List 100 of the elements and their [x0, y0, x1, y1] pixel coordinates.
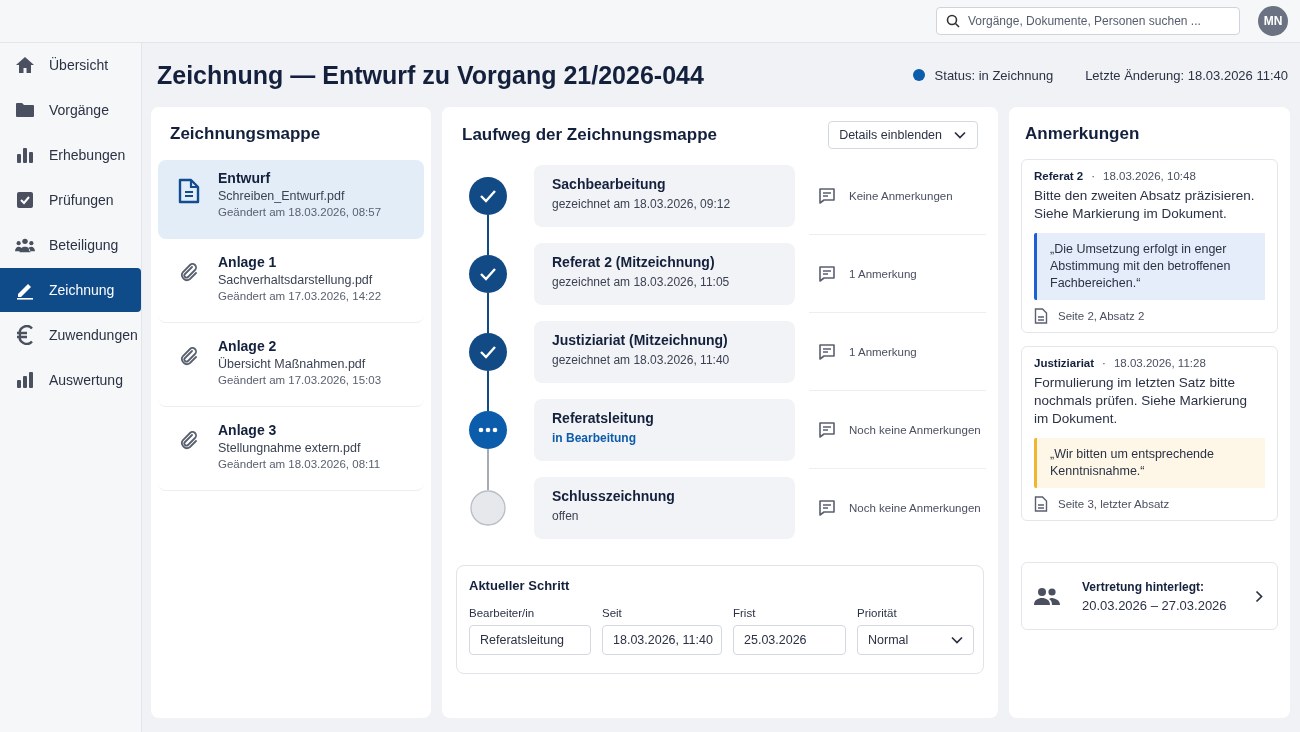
- bar-chart-icon: [16, 147, 34, 163]
- user-avatar[interactable]: MN: [1258, 6, 1288, 36]
- section-title: Aktueller Schritt: [469, 578, 571, 593]
- location-link[interactable]: Seite 3, letzter Absatz: [1058, 498, 1170, 510]
- step-card[interactable]: Referatsleitung in Bearbeitung: [534, 399, 795, 461]
- comment-count[interactable]: 1 Anmerkung: [849, 267, 917, 280]
- document-title: Anlage 3: [218, 422, 278, 438]
- sidebar-item[interactable]: Vorgänge: [0, 88, 141, 132]
- comment-count[interactable]: 1 Anmerkung: [849, 345, 917, 358]
- step-status: gezeichnet am 18.03.2026, 11:40: [552, 353, 731, 367]
- step-card[interactable]: Referat 2 (Mitzeichnung) gezeichnet am 18.03.2026, 11:05: [534, 243, 795, 305]
- separator-dot: ·: [1091, 170, 1096, 182]
- step-card[interactable]: Justiziariat (Mitzeichnung) gezeichnet am 18.03.2026, 11:40: [534, 321, 795, 383]
- step-title: Referatsleitung: [552, 410, 655, 426]
- comment-time: 18.03.2026, 11:28: [1113, 357, 1206, 369]
- step-card[interactable]: Schlusszeichnung offen: [534, 477, 795, 539]
- chevron-right-icon: [1255, 589, 1263, 603]
- sidebar-item[interactable]: Zuwendungen: [0, 313, 141, 357]
- panel-title: Laufweg der Zeichnungsmappe: [462, 125, 718, 145]
- status-dot: [912, 69, 925, 81]
- comment-icon: [818, 342, 836, 361]
- sidebar-item[interactable]: Beteiligung: [0, 223, 141, 267]
- checkbox-icon: [16, 191, 34, 209]
- step-title: Schlusszeichnung: [552, 488, 676, 504]
- search-field[interactable]: Vorgänge, Dokumente, Personen suchen ...: [936, 7, 1240, 35]
- document-icon: [178, 178, 200, 204]
- comment-author: Referat 2: [1034, 170, 1084, 182]
- comment-count[interactable]: Noch keine Anmerkungen: [849, 423, 981, 436]
- step-title: Referat 2 (Mitzeichnung): [552, 254, 716, 270]
- chevron-down-icon: [954, 131, 966, 139]
- step-status: gezeichnet am 18.03.2026, 11:05: [552, 275, 731, 289]
- substitute-dates: 20.03.2026 – 27.03.2026: [1082, 597, 1228, 613]
- bar-chart-icon: [16, 372, 34, 388]
- document-title: Anlage 2: [218, 338, 278, 354]
- paperclip-icon: [179, 262, 199, 282]
- modified-date: Geändert am 17.03.2026, 15:03: [218, 374, 382, 386]
- search-icon: [946, 14, 960, 28]
- input-field[interactable]: Referatsleitung: [469, 625, 591, 655]
- modified-date: Geändert am 18.03.2026, 08:57: [218, 206, 382, 218]
- field-label: Bearbeiter/in: [469, 607, 536, 619]
- field-label: Seit: [602, 607, 623, 619]
- sidebar-item[interactable]: Prüfungen: [0, 178, 141, 222]
- folder-icon: [15, 102, 35, 118]
- substitute-card[interactable]: Vertretung hinterlegt: 20.03.2026 – 27.03.2026: [1021, 562, 1278, 630]
- separator-dot: ·: [1102, 357, 1106, 369]
- file-name: Sachverhaltsdarstellung.pdf: [218, 273, 374, 287]
- step-card[interactable]: Sachbearbeitung gezeichnet am 18.03.2026, 09:12: [534, 165, 795, 227]
- modified-date: Geändert am 18.03.2026, 08:11: [218, 458, 381, 470]
- step-title: Justiziariat (Mitzeichnung): [552, 332, 729, 348]
- quote-text: „Die Umsetzung erfolgt in enger Abstimmung mit den betroffenen Fachbereichen.“: [1037, 233, 1265, 300]
- home-icon: [15, 56, 35, 74]
- comment-count[interactable]: Keine Anmerkungen: [849, 189, 953, 202]
- paperclip-icon: [179, 346, 199, 366]
- panel-title: Anmerkungen: [1024, 123, 1141, 145]
- sidebar-item[interactable]: Erhebungen: [0, 133, 141, 177]
- sidebar-item[interactable]: Zeichnung: [0, 268, 141, 312]
- comment-text: Bitte den zweiten Absatz präzisieren. Siehe Markierung im Dokument.: [1034, 187, 1256, 223]
- input-field[interactable]: 18.03.2026, 11:40: [602, 625, 722, 655]
- last-change-text: Letzte Änderung: 18.03.2026 11:40: [1085, 67, 1288, 83]
- people-icon: [15, 237, 35, 253]
- step-status: in Bearbeitung: [552, 431, 637, 445]
- comment-icon: [818, 186, 836, 205]
- people-icon: [1034, 587, 1060, 605]
- document-item[interactable]: Entwurf Schreiben_Entwurf.pdf Geändert am 18.03.2026, 08:57: [158, 160, 424, 239]
- sidebar-item[interactable]: Übersicht: [0, 43, 141, 87]
- file-name: Übersicht Maßnahmen.pdf: [218, 357, 367, 371]
- document-item[interactable]: Anlage 2 Übersicht Maßnahmen.pdf Geändert am 17.03.2026, 15:03: [158, 328, 424, 407]
- field-label: Priorität: [857, 607, 898, 619]
- chevron-down-icon: [951, 636, 963, 644]
- comment-icon: [818, 420, 836, 439]
- location-link[interactable]: Seite 2, Absatz 2: [1058, 310, 1145, 322]
- document-title: Entwurf: [218, 170, 272, 186]
- page-title: Zeichnung — Entwurf zu Vorgang 21/2026-044: [157, 60, 705, 90]
- step-title: Sachbearbeitung: [552, 176, 667, 192]
- input-field[interactable]: 25.03.2026: [733, 625, 846, 655]
- quote-text: „Wir bitten um entsprechende Kenntnisnahme.“: [1037, 438, 1265, 488]
- panel-title: Zeichnungsmappe: [169, 123, 322, 145]
- comment-count[interactable]: Noch keine Anmerkungen: [849, 502, 981, 514]
- status-text: Status: in Zeichnung: [934, 67, 1054, 83]
- step-status: gezeichnet am 18.03.2026, 09:12: [552, 197, 732, 211]
- document-icon: [1034, 308, 1048, 324]
- document-icon: [1034, 496, 1048, 512]
- step-status: offen: [552, 509, 580, 523]
- modified-date: Geändert am 17.03.2026, 14:22: [218, 290, 382, 302]
- document-item[interactable]: Anlage 1 Sachverhaltsdarstellung.pdf Geändert am 17.03.2026, 14:22: [158, 244, 424, 323]
- details-dropdown[interactable]: Details einblenden: [828, 121, 978, 149]
- comment-icon: [818, 499, 836, 517]
- sidebar-item[interactable]: Auswertung: [0, 358, 141, 402]
- comment-time: 18.03.2026, 10:48: [1103, 170, 1196, 182]
- comment-icon: [818, 264, 836, 283]
- file-name: Stellungnahme extern.pdf: [218, 441, 362, 455]
- file-name: Schreiben_Entwurf.pdf: [218, 189, 346, 203]
- document-item[interactable]: Anlage 3 Stellungnahme extern.pdf Geändert am 18.03.2026, 08:11: [158, 412, 424, 491]
- comment-author: Justiziariat: [1034, 357, 1095, 369]
- comment-text: Formulierung im letzten Satz bitte nochmals prüfen. Siehe Markierung im Dokument.: [1034, 374, 1249, 428]
- priority-select[interactable]: Normal: [857, 625, 974, 655]
- euro-icon: [16, 325, 34, 345]
- document-title: Anlage 1: [218, 254, 278, 270]
- substitute-label: Vertretung hinterlegt:: [1082, 579, 1205, 594]
- field-label: Frist: [733, 607, 757, 619]
